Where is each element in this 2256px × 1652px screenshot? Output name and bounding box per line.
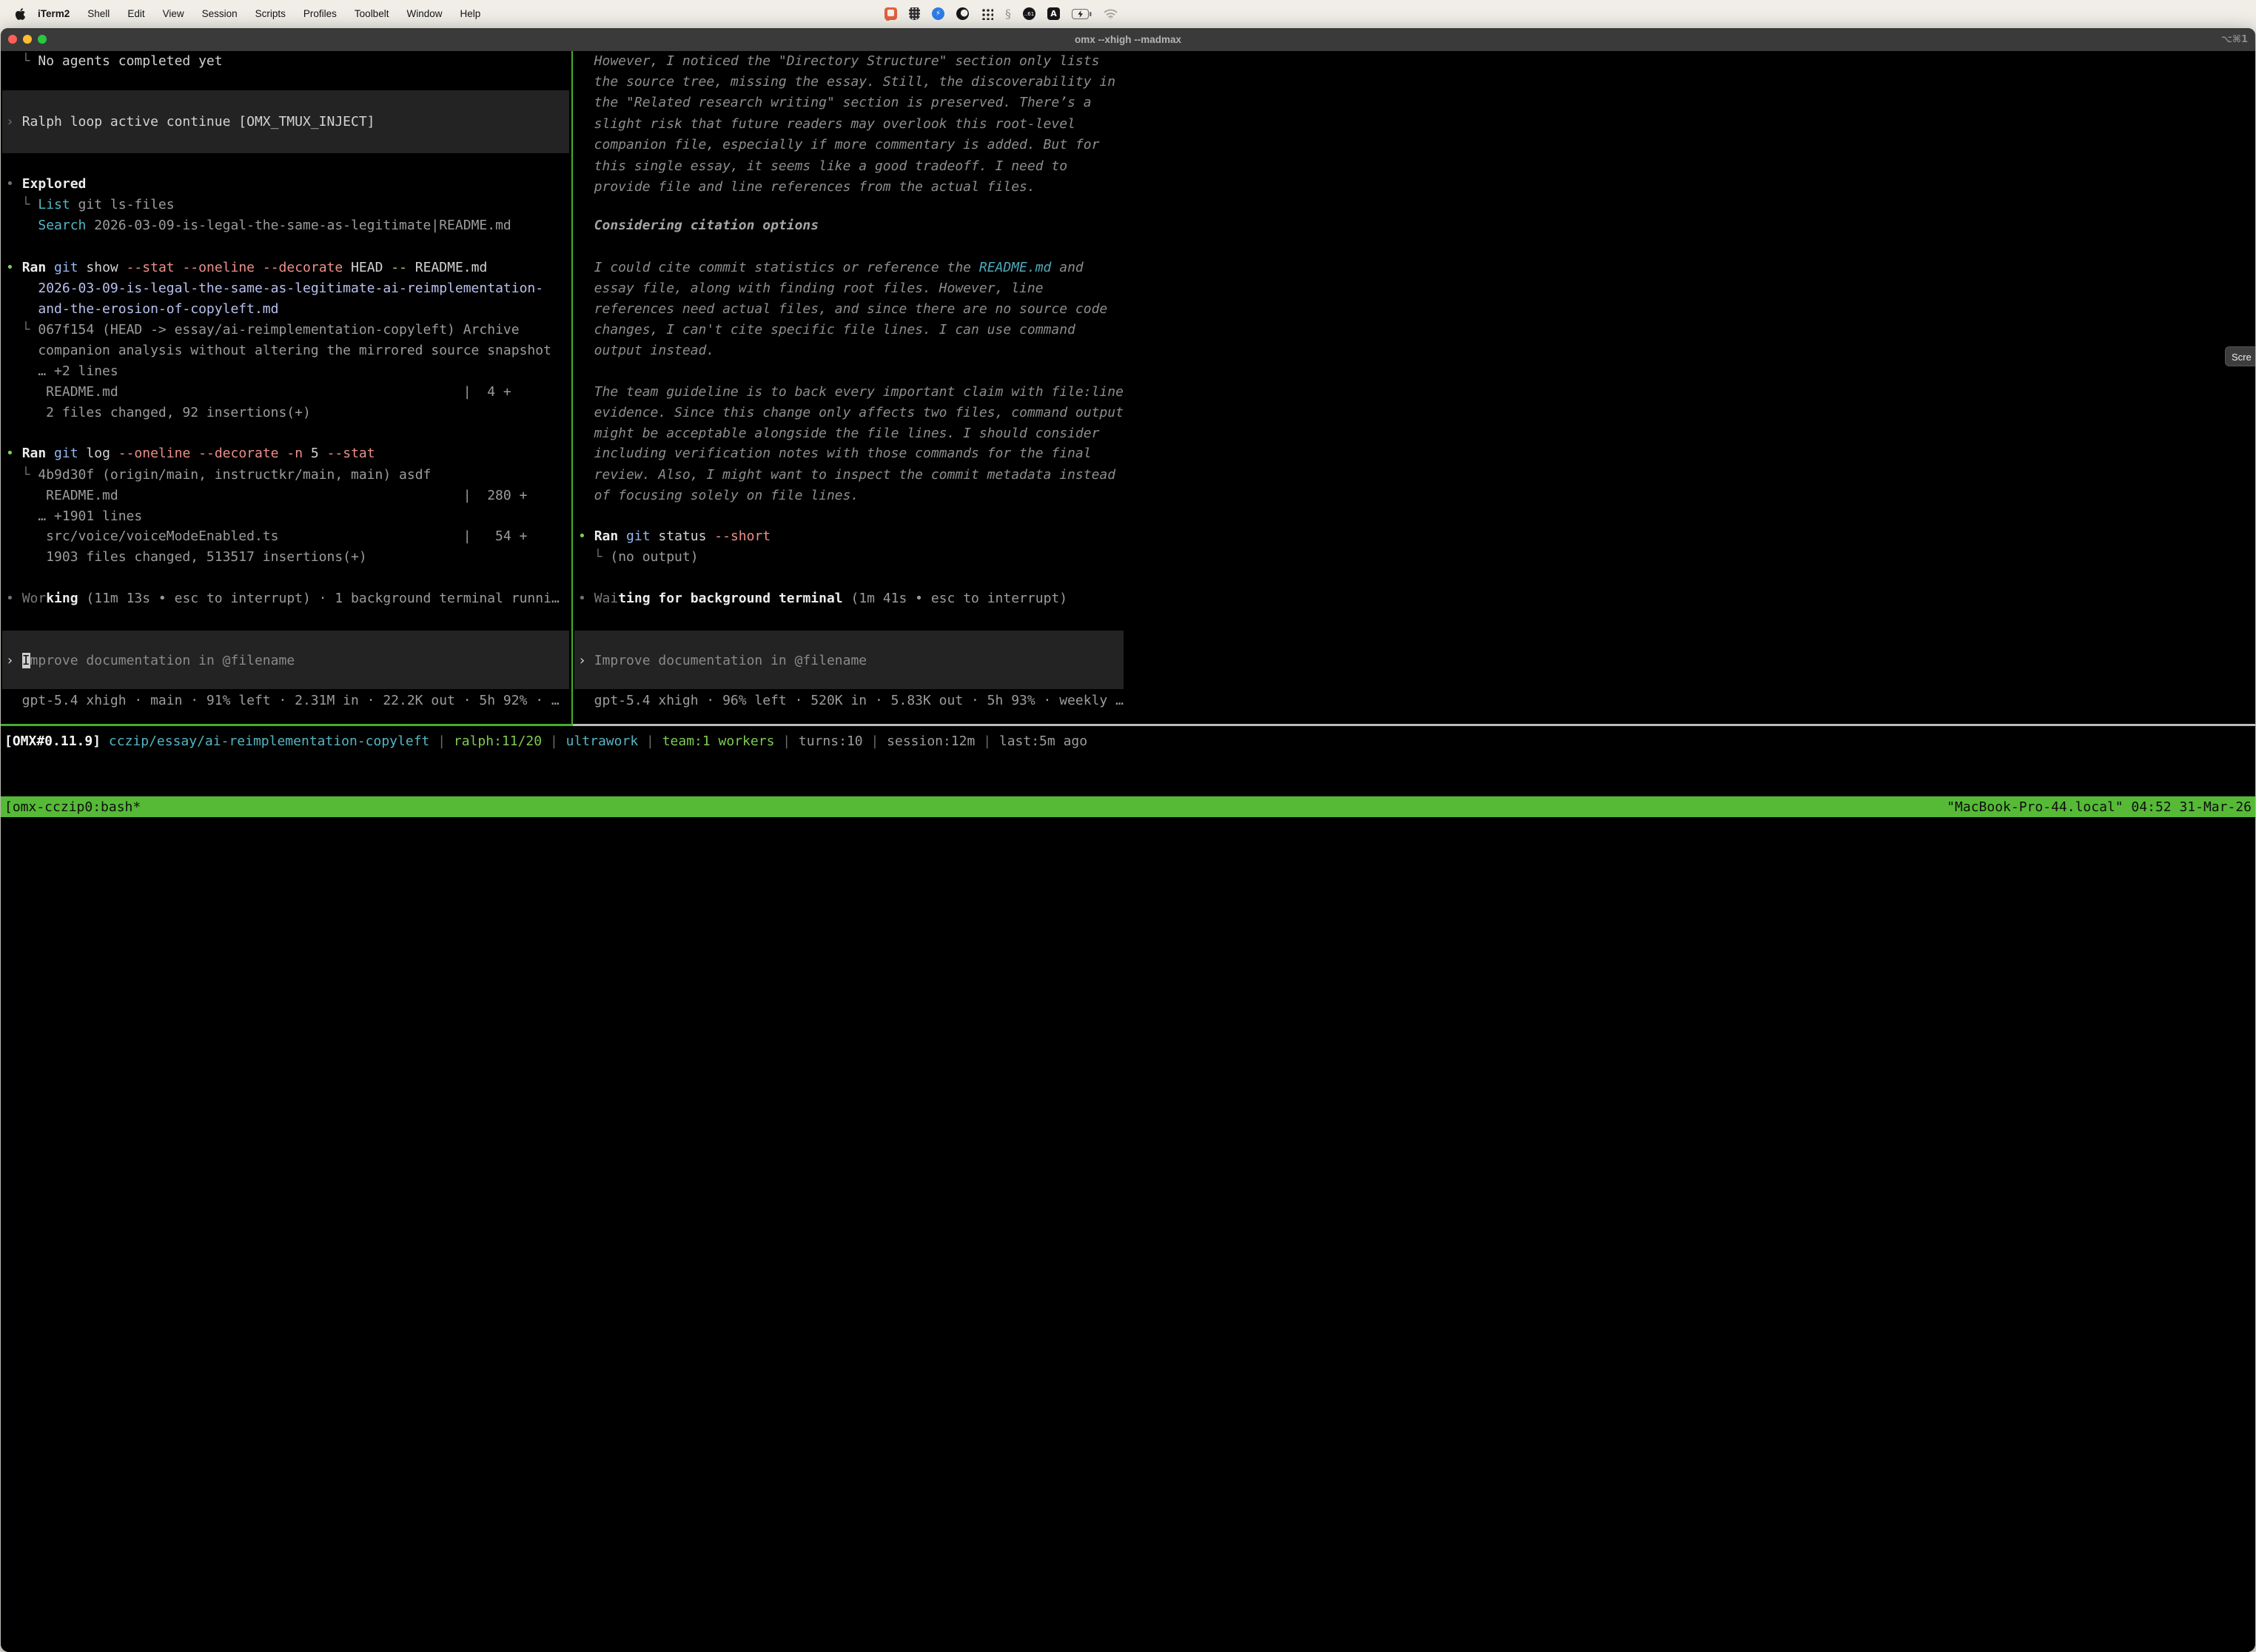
terminal-line: README.md | 280 + xyxy=(6,486,527,506)
menu-items: iTerm2ShellEditViewSessionScriptsProfile… xyxy=(32,8,489,19)
terminal-line: • Ran git log --oneline --decorate -n 5 … xyxy=(6,443,375,464)
zoom-button[interactable] xyxy=(38,35,47,44)
terminal-line: might be acceptable alongside the file l… xyxy=(578,423,1099,444)
terminal-line: › Improve documentation in @filename xyxy=(6,651,295,671)
terminal-line: … +1901 lines xyxy=(6,506,142,527)
terminal-line: Search 2026-03-09-is-legal-the-same-as-l… xyxy=(6,215,511,236)
menu-help[interactable]: Help xyxy=(451,8,489,19)
menu-edit[interactable]: Edit xyxy=(118,8,153,19)
menu-shell[interactable]: Shell xyxy=(78,8,118,19)
window-title: omx --xhigh --madmax xyxy=(1075,34,1181,45)
menu-toolbelt[interactable]: Toolbelt xyxy=(346,8,398,19)
a-app-icon[interactable]: A xyxy=(1047,7,1060,20)
menu-view[interactable]: View xyxy=(154,8,193,19)
terminal-line: • Working (11m 13s • esc to interrupt) ·… xyxy=(6,588,560,609)
terminal-line: • Explored xyxy=(6,174,86,195)
terminal-line: └ No agents completed yet xyxy=(6,51,223,72)
terminal-line: The team guideline is to back every impo… xyxy=(578,382,1124,403)
terminal-line: of focusing solely on file lines. xyxy=(578,486,859,506)
battery-icon[interactable] xyxy=(1072,9,1092,19)
terminal-line: changes, I can't cite specific file line… xyxy=(578,320,1075,340)
terminal-line: › Improve documentation in @filename xyxy=(578,651,867,671)
tmux-horizontal-border-right xyxy=(573,724,2255,726)
terminal-content: └ No agents completed yet › Ralph loop ac… xyxy=(1,51,2255,1652)
terminal-line: └ 4b9d30f (origin/main, instructkr/main,… xyxy=(6,465,431,486)
terminal-line: evidence. Since this change only affects… xyxy=(578,403,1124,423)
tmux-vertical-pane-border[interactable] xyxy=(571,51,573,724)
keyboard-shield-icon[interactable] xyxy=(909,7,920,20)
squiggle-icon[interactable]: § xyxy=(1005,7,1011,21)
macos-menu-bar: iTerm2ShellEditViewSessionScriptsProfile… xyxy=(0,0,1128,27)
terminal-line: this single essay, it seems like a good … xyxy=(578,156,1067,177)
omx-status-line: [OMX#0.11.9] cczip/essay/ai-reimplementa… xyxy=(4,731,1087,752)
terminal-line: review. Also, I might want to inspect th… xyxy=(578,465,1115,486)
window-title-bar[interactable]: omx --xhigh --madmax ⌥⌘1 xyxy=(1,28,2255,51)
terminal-line: essay file, along with finding root file… xyxy=(578,278,1044,299)
terminal-line: • Ran git show --stat --oneline --decora… xyxy=(6,258,487,278)
terminal-line: src/voice/voiceModeEnabled.ts | 54 + xyxy=(6,526,527,547)
minimize-button[interactable] xyxy=(23,35,32,44)
terminal-line: companion analysis without altering the … xyxy=(6,340,551,361)
terminal-line: … +2 lines xyxy=(6,361,118,382)
menu-scripts[interactable]: Scripts xyxy=(246,8,295,19)
terminal-line: README.md | 4 + xyxy=(6,382,511,403)
moon-disc-icon[interactable] xyxy=(956,7,969,20)
terminal-line: • Waiting for background terminal (1m 41… xyxy=(578,588,1067,609)
terminal-line: references need actual files, and since … xyxy=(578,299,1107,320)
chat-app-icon[interactable] xyxy=(884,7,897,20)
menu-iterm2[interactable]: iTerm2 xyxy=(32,8,78,19)
terminal-line: the source tree, missing the essay. Stil… xyxy=(578,72,1115,93)
terminal-line: slight risk that future readers may over… xyxy=(578,114,1075,135)
iterm2-window: omx --xhigh --madmax ⌥⌘1 └ No agents com… xyxy=(1,28,2255,1652)
terminal-line: companion file, especially if more comme… xyxy=(578,135,1099,155)
tmux-status-bar: [omx-cczip0:bash* "MacBook-Pro-44.local"… xyxy=(1,796,2255,817)
tmux-session-window: [omx-cczip0:bash* xyxy=(4,799,141,815)
menu-session[interactable]: Session xyxy=(193,8,246,19)
terminal-line: └ (no output) xyxy=(578,547,699,568)
screen-share-popover[interactable]: Scre xyxy=(2225,346,2255,366)
terminal-line: 2026-03-09-is-legal-the-same-as-legitima… xyxy=(6,278,543,299)
terminal-line: the "Related research writing" section i… xyxy=(578,93,1092,113)
terminal-pane-left[interactable]: └ No agents completed yet › Ralph loop ac… xyxy=(1,51,571,724)
terminal-line: provide file and line references from th… xyxy=(578,177,1035,198)
traffic-lights xyxy=(8,35,47,44)
terminal-line: gpt-5.4 xhigh · main · 91% left · 2.31M … xyxy=(6,691,560,711)
menubar-status-icons: ⚡ § ..61 A xyxy=(884,7,1118,21)
terminal-line: └ List git ls-files xyxy=(6,195,175,215)
terminal-line: and-the-erosion-of-copyleft.md xyxy=(6,299,278,320)
menu-window[interactable]: Window xyxy=(397,8,451,19)
menu-profiles[interactable]: Profiles xyxy=(295,8,346,19)
terminal-line: • Ran git status --short xyxy=(578,526,771,547)
terminal-line: 2 files changed, 92 insertions(+) xyxy=(6,403,311,423)
wifi-icon[interactable] xyxy=(1104,9,1118,19)
close-button[interactable] xyxy=(8,35,17,44)
apple-menu-icon[interactable] xyxy=(15,7,26,21)
terminal-line: Considering citation options xyxy=(578,215,819,236)
terminal-pane-right[interactable]: However, I noticed the "Directory Struct… xyxy=(573,51,1126,724)
terminal-line: I could cite commit statistics or refere… xyxy=(578,258,1084,278)
terminal-line: └ 067f154 (HEAD -> essay/ai-reimplementa… xyxy=(6,320,520,340)
bolt-badge-icon[interactable]: ⚡ xyxy=(932,7,944,20)
terminal-line: 1903 files changed, 513517 insertions(+) xyxy=(6,547,367,568)
tmux-horizontal-border-left xyxy=(1,724,573,726)
dots-grid-icon[interactable] xyxy=(981,7,993,20)
timer-badge-icon[interactable]: ..61 xyxy=(1023,7,1035,20)
terminal-line: › Ralph loop active continue [OMX_TMUX_I… xyxy=(6,112,375,132)
terminal-line: output instead. xyxy=(578,340,714,361)
terminal-line: including verification notes with those … xyxy=(578,443,1092,464)
terminal-line: However, I noticed the "Directory Struct… xyxy=(578,51,1099,72)
tmux-host-clock: "MacBook-Pro-44.local" 04:52 31-Mar-26 xyxy=(1947,799,2252,815)
window-shortcut-badge: ⌥⌘1 xyxy=(2221,28,2248,51)
terminal-line: gpt-5.4 xhigh · 96% left · 520K in · 5.8… xyxy=(578,691,1124,711)
